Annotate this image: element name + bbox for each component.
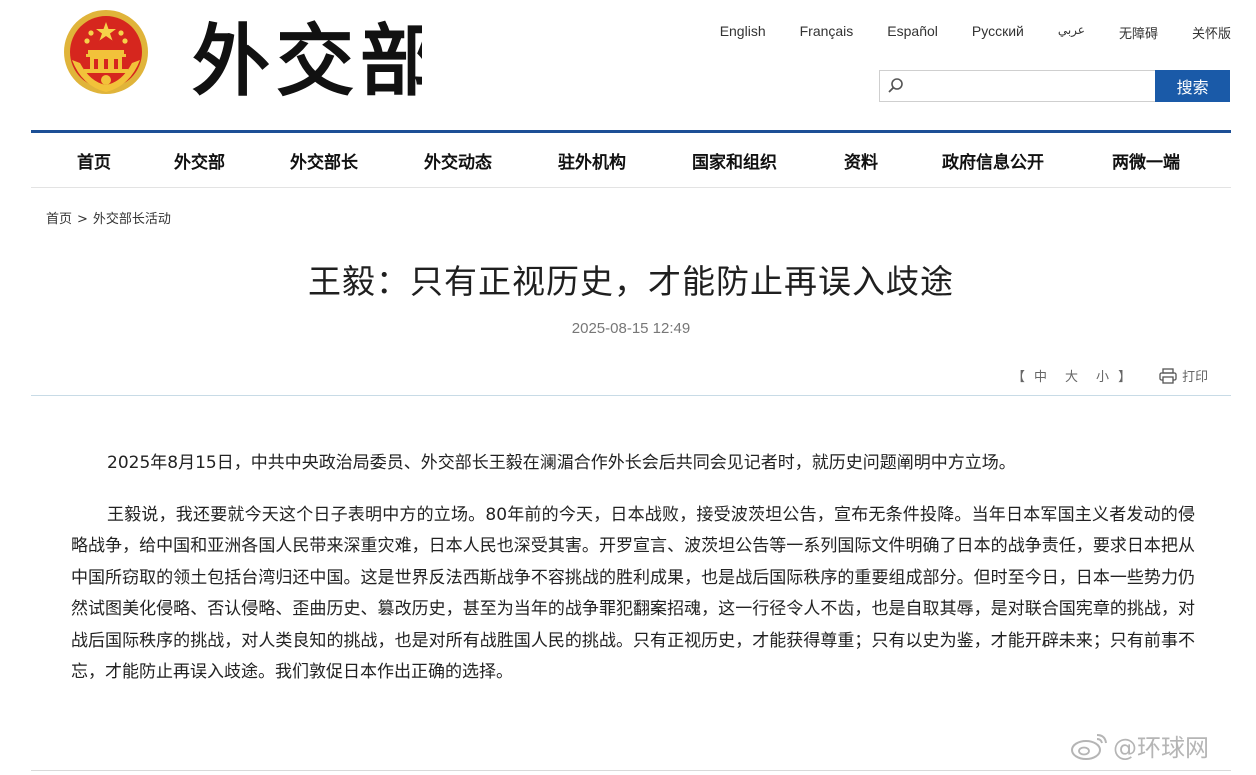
main-nav: 首页 外交部 外交部长 外交动态 驻外机构 国家和组织 资料 政府信息公开 两微… <box>31 133 1231 188</box>
content-divider <box>31 395 1231 396</box>
nav-item-minister[interactable]: 外交部长 <box>290 148 358 173</box>
site-name-text: 外交部 <box>192 16 422 104</box>
nav-item-diplomatic-news[interactable]: 外交动态 <box>424 148 492 173</box>
nav-item-resources[interactable]: 资料 <box>844 148 878 173</box>
font-size-medium-button[interactable]: 大 <box>1065 366 1078 385</box>
article-paragraph: 王毅说，我还要就今天这个日子表明中方的立场。80年前的今天，日本战败，接受波茨坦… <box>71 504 1195 683</box>
nav-item-social-media[interactable]: 两微一端 <box>1112 148 1180 173</box>
print-button[interactable]: 打印 <box>1159 366 1208 385</box>
search-input[interactable] <box>908 71 1156 101</box>
footer-divider <box>31 770 1231 771</box>
breadcrumb-section[interactable]: 外交部长活动 <box>93 212 171 227</box>
font-size-large-button[interactable]: 中 <box>1034 366 1047 385</box>
nav-item-missions-abroad[interactable]: 驻外机构 <box>558 148 626 173</box>
breadcrumb: 首页 > 外交部长活动 <box>46 208 171 227</box>
search-field <box>879 70 1156 102</box>
nav-item-ministry[interactable]: 外交部 <box>174 148 225 173</box>
search-bar: 搜索 <box>879 70 1230 102</box>
article-title: 王毅：只有正视历史，才能防止再误入歧途 <box>308 262 954 301</box>
article-paragraph: 2025年8月15日，中共中央政治局委员、外交部长王毅在澜湄合作外长会后共同会见… <box>107 453 1016 473</box>
printer-icon <box>1159 367 1177 384</box>
article-date: 2025-08-15 12:49 <box>571 320 691 337</box>
breadcrumb-home[interactable]: 首页 <box>46 212 72 227</box>
lang-arabic[interactable]: عربي <box>1058 23 1085 42</box>
lang-english[interactable]: English <box>720 23 766 42</box>
nav-item-countries-organizations[interactable]: 国家和组织 <box>692 148 777 173</box>
search-button[interactable]: 搜索 <box>1155 70 1230 102</box>
watermark: @环球网 <box>1069 728 1209 763</box>
weibo-icon <box>1071 733 1107 760</box>
lang-french[interactable]: Français <box>800 23 854 42</box>
print-label: 打印 <box>1182 370 1209 385</box>
search-icon <box>888 78 903 93</box>
national-emblem-logo[interactable] <box>62 8 150 96</box>
breadcrumb-separator: > <box>77 212 88 227</box>
site-name-calligraphy[interactable]: 外交部 <box>192 8 422 104</box>
language-bar: English Français Español Русский عربي 无障… <box>720 23 1231 42</box>
nav-item-gov-info-disclosure[interactable]: 政府信息公开 <box>942 148 1044 173</box>
elder-care-version-link[interactable]: 关怀版 <box>1192 23 1231 42</box>
font-size-bracket-close: 】 <box>1118 370 1132 385</box>
nav-item-home[interactable]: 首页 <box>77 148 111 173</box>
site-header: 外交部 English Français Español Русский عرب… <box>0 0 1256 130</box>
article-body: 2025年8月15日，中共中央政治局委员、外交部长王毅在澜湄合作外长会后共同会见… <box>71 448 1195 709</box>
font-size-small-button[interactable]: 小 <box>1096 366 1109 385</box>
lang-spanish[interactable]: Español <box>887 23 938 42</box>
font-size-bracket-open: 【 <box>1012 370 1026 385</box>
lang-russian[interactable]: Русский <box>972 23 1024 42</box>
watermark-text: @环球网 <box>1113 734 1209 762</box>
accessibility-link[interactable]: 无障碍 <box>1119 23 1158 42</box>
article-tools: 【 中 大 小 】 打印 <box>1012 366 1208 385</box>
